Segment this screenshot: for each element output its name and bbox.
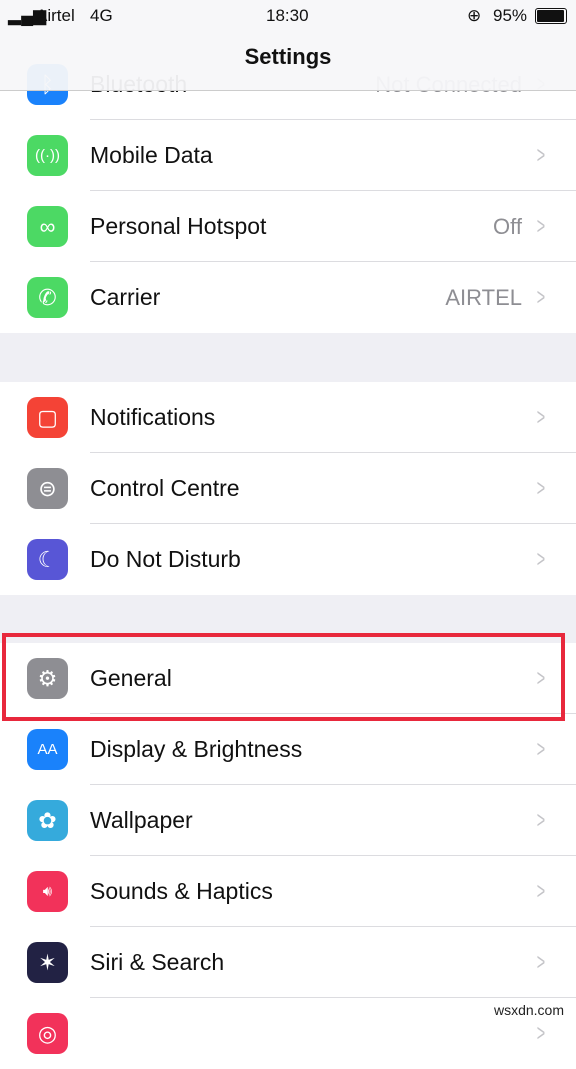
chevron-right-icon: > bbox=[536, 736, 546, 763]
row-label: Display & Brightness bbox=[90, 736, 303, 762]
chevron-right-icon: > bbox=[536, 213, 546, 240]
clock: 18:30 bbox=[266, 6, 309, 25]
chevron-right-icon: > bbox=[536, 949, 546, 976]
antenna-icon: ((·)) bbox=[27, 135, 68, 176]
network-type: 4G bbox=[90, 6, 113, 25]
row-value: Off bbox=[493, 214, 522, 239]
chevron-right-icon: > bbox=[536, 404, 546, 431]
hotspot-icon: ∞ bbox=[27, 206, 68, 247]
chevron-right-icon: > bbox=[536, 878, 546, 905]
chevron-right-icon: > bbox=[536, 475, 546, 502]
row-label: Carrier bbox=[90, 284, 161, 310]
settings-row[interactable]: AA Display & Brightness > bbox=[0, 714, 576, 785]
highlight-box bbox=[2, 633, 565, 721]
phone-icon: ✆ bbox=[27, 277, 68, 318]
settings-row[interactable]: ◎ > bbox=[0, 998, 576, 1069]
rotation-lock-icon: ⊕ bbox=[467, 6, 482, 25]
chevron-right-icon: > bbox=[536, 142, 546, 169]
row-label: Mobile Data bbox=[90, 142, 213, 168]
chevron-right-icon: > bbox=[536, 546, 546, 573]
text-size-icon: AA bbox=[27, 729, 68, 770]
row-value: AIRTEL bbox=[445, 285, 522, 310]
row-label: Notifications bbox=[90, 404, 216, 430]
settings-row[interactable]: ∞ Personal Hotspot Off > bbox=[0, 191, 576, 262]
row-label: Wallpaper bbox=[90, 807, 193, 833]
row-label: Control Centre bbox=[90, 475, 240, 501]
navigation-header: ▂▄▆ Airtel 4G 18:30 ⊕ 95% Settings bbox=[0, 0, 576, 91]
toggles-icon: ⊜ bbox=[27, 468, 68, 509]
settings-row[interactable]: 🔊︎ Sounds & Haptics > bbox=[0, 856, 576, 927]
flower-icon: ✿ bbox=[27, 800, 68, 841]
watermark: wsxdn.com bbox=[493, 1002, 564, 1018]
row-label: Sounds & Haptics bbox=[90, 878, 273, 904]
settings-row[interactable]: ▢ Notifications > bbox=[0, 382, 576, 453]
settings-row[interactable]: ✆ Carrier AIRTEL > bbox=[0, 262, 576, 333]
notifications-icon: ▢ bbox=[27, 397, 68, 438]
moon-icon: ☾ bbox=[27, 539, 68, 580]
chevron-right-icon: > bbox=[536, 807, 546, 834]
row-label: Siri & Search bbox=[90, 949, 225, 975]
settings-row[interactable]: ((·)) Mobile Data > bbox=[0, 120, 576, 191]
battery-icon bbox=[535, 8, 567, 24]
chevron-right-icon: > bbox=[536, 284, 546, 311]
carrier-name: Airtel bbox=[36, 6, 75, 25]
settings-row[interactable]: ✶ Siri & Search > bbox=[0, 927, 576, 998]
page-title: Settings bbox=[244, 44, 332, 69]
row-label: Personal Hotspot bbox=[90, 213, 267, 239]
settings-row[interactable]: ☾ Do Not Disturb > bbox=[0, 524, 576, 595]
battery-percent: 95% bbox=[493, 6, 528, 25]
speaker-icon: 🔊︎ bbox=[27, 871, 68, 912]
siri-icon: ✶ bbox=[27, 942, 68, 983]
settings-row[interactable]: ⊜ Control Centre > bbox=[0, 453, 576, 524]
row-label: Do Not Disturb bbox=[90, 546, 241, 572]
settings-row[interactable]: ✿ Wallpaper > bbox=[0, 785, 576, 856]
touch-id-icon: ◎ bbox=[27, 1013, 68, 1054]
